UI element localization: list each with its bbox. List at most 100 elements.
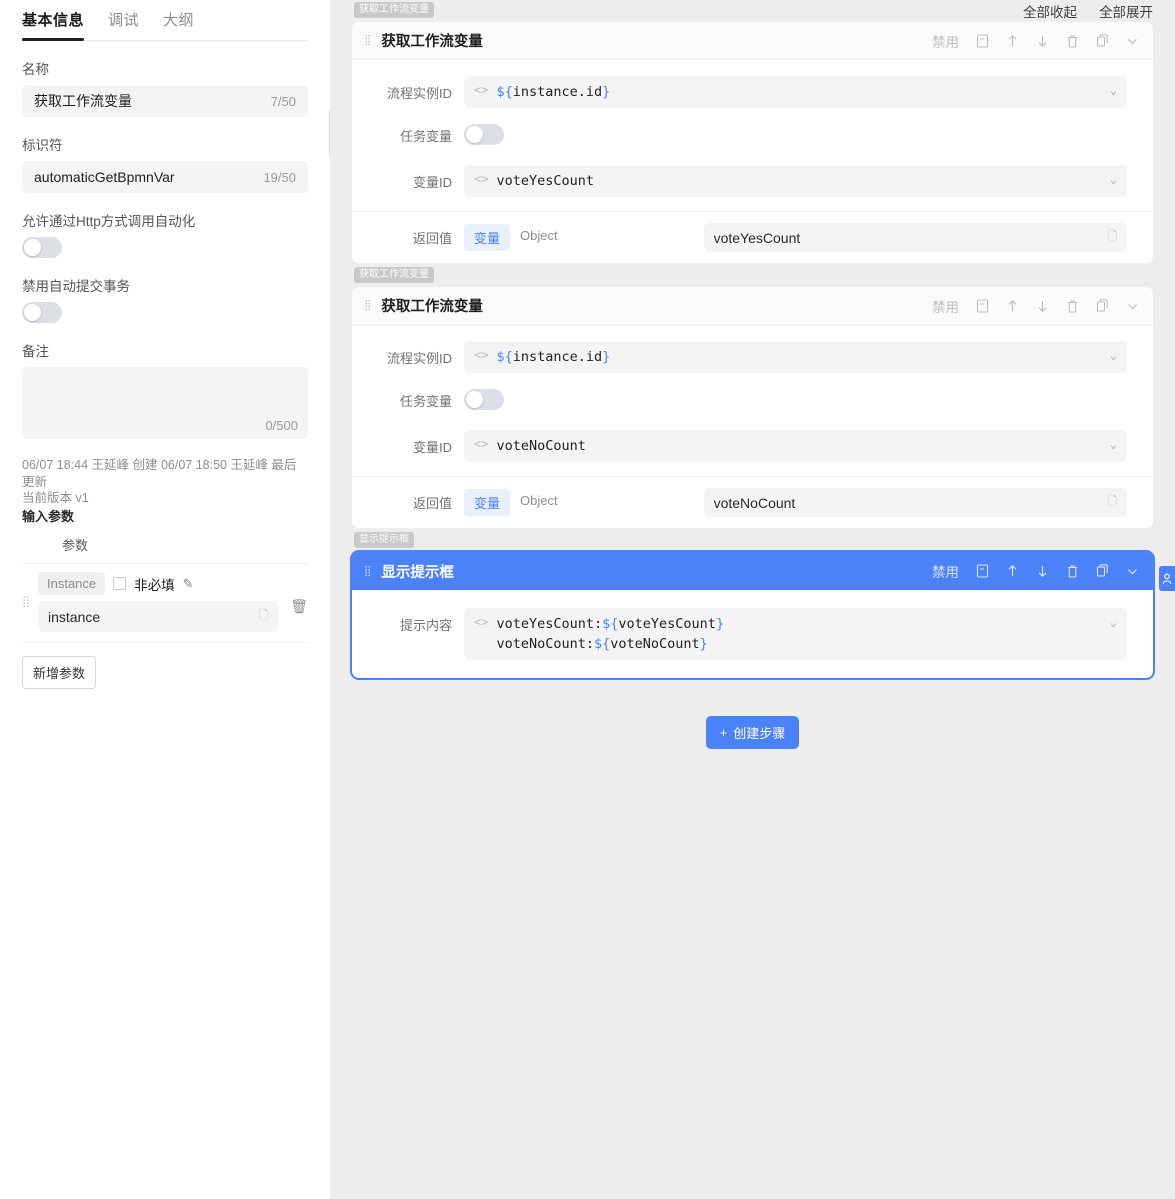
arrow-down-icon[interactable]	[1036, 564, 1049, 578]
insert-variable-icon[interactable]: 🗋	[259, 606, 269, 627]
chevron-down-icon[interactable]: ⌄	[1110, 82, 1117, 97]
expression-input[interactable]: <> ${instance.id} ⌄	[464, 341, 1127, 373]
trash-icon[interactable]	[1066, 34, 1079, 48]
return-type-segmented: 变量 Object	[464, 224, 568, 251]
name-input[interactable]: 获取工作流变量 7/50	[22, 85, 308, 117]
expression-input[interactable]: <> voteYesCount:${voteYesCount}voteNoCou…	[464, 608, 1127, 660]
param-row-top: Instance 非必填 ✎	[38, 572, 278, 595]
param-row: ⣿ Instance 非必填 ✎ instance 🗋 🗑	[22, 564, 308, 643]
segment-variable[interactable]: 变量	[464, 489, 510, 516]
expression-value: voteNoCount	[496, 436, 1099, 456]
tab-debug[interactable]: 调试	[108, 9, 139, 40]
step-card-body: 流程实例ID <> ${instance.id} ⌄ 任务变量	[352, 325, 1153, 476]
code-brackets-icon: <>	[474, 614, 488, 629]
drag-handle-icon[interactable]: ⣿	[364, 302, 372, 309]
disable-button[interactable]: 禁用	[932, 561, 959, 581]
drag-handle-icon[interactable]: ⣿	[364, 37, 372, 44]
http-toggle[interactable]	[22, 237, 62, 258]
disable-button[interactable]: 禁用	[932, 296, 959, 316]
expression-input[interactable]: <> voteYesCount ⌄	[464, 165, 1127, 197]
add-param-button[interactable]: 新增参数	[22, 656, 96, 689]
expression-input[interactable]: <> ${instance.id} ⌄	[464, 76, 1127, 108]
disable-button[interactable]: 禁用	[932, 31, 959, 51]
collapse-all-button[interactable]: 全部收起	[1023, 1, 1077, 21]
copy-icon[interactable]	[1096, 564, 1109, 578]
step-card-wrapper: 获取工作流变量 ⣿ 获取工作流变量 禁用	[352, 287, 1153, 528]
arrow-up-icon[interactable]	[1006, 299, 1019, 313]
identifier-value: automaticGetBpmnVar	[34, 169, 263, 185]
field-label: 变量ID	[366, 430, 464, 456]
create-step-button[interactable]: + 创建步骤	[706, 716, 800, 749]
step-card-selected[interactable]: ⣿ 显示提示框 禁用	[352, 552, 1153, 678]
delete-param-icon[interactable]: 🗑	[278, 572, 308, 615]
field-control: <> ${instance.id} ⌄	[464, 341, 1127, 373]
return-value-input[interactable]: voteYesCount 🗋	[704, 223, 1127, 252]
step-card-actions: 禁用	[932, 31, 1139, 51]
sidebar-tabs: 基本信息 调试 大纲	[22, 0, 308, 41]
autocommit-toggle[interactable]	[22, 302, 62, 323]
note-icon[interactable]	[976, 299, 989, 313]
param-optional-label: 非必填	[134, 574, 175, 594]
step-card[interactable]: ⣿ 获取工作流变量 禁用	[352, 22, 1153, 263]
expand-all-button[interactable]: 全部展开	[1099, 1, 1153, 21]
chevron-down-icon[interactable]: ⌄	[1110, 171, 1117, 186]
assignee-side-tab[interactable]	[1159, 566, 1175, 591]
segment-variable[interactable]: 变量	[464, 224, 510, 251]
task-variable-toggle[interactable]	[464, 389, 504, 410]
remark-label: 备注	[22, 340, 308, 360]
insert-variable-icon[interactable]: 🗋	[1107, 227, 1117, 248]
chevron-down-icon[interactable]	[1126, 34, 1139, 48]
arrow-down-icon[interactable]	[1036, 34, 1049, 48]
chevron-down-icon[interactable]: ⌄	[1110, 614, 1117, 629]
remark-textarea[interactable]: 0/500	[22, 367, 308, 439]
drag-handle-icon[interactable]: ⣿	[22, 572, 38, 606]
copy-icon[interactable]	[1096, 34, 1109, 48]
drag-handle-icon[interactable]: ⣿	[364, 568, 372, 575]
segment-object[interactable]: Object	[510, 489, 568, 516]
note-icon[interactable]	[976, 564, 989, 578]
field-label: 变量ID	[366, 165, 464, 191]
param-optional-checkbox[interactable]	[113, 577, 126, 590]
autocommit-toggle-knob	[24, 304, 41, 321]
chevron-down-icon[interactable]: ⌄	[1110, 347, 1117, 362]
meta-line-1: 06/07 18:44 王延峰 创建 06/07 18:50 王延峰 最后更新	[22, 457, 308, 490]
tab-outline[interactable]: 大纲	[163, 9, 194, 40]
arrow-up-icon[interactable]	[1006, 564, 1019, 578]
param-column-header: 参数	[22, 525, 308, 564]
chevron-down-icon[interactable]	[1126, 299, 1139, 313]
step-card[interactable]: ⣿ 获取工作流变量 禁用	[352, 287, 1153, 528]
chevron-down-icon[interactable]: ⌄	[1110, 436, 1117, 451]
plus-icon: +	[720, 725, 728, 740]
param-value-input[interactable]: instance 🗋	[38, 601, 278, 632]
field-control: <> ${instance.id} ⌄	[464, 76, 1127, 108]
step-card-wrapper: 获取工作流变量 ⣿ 获取工作流变量 禁用	[352, 22, 1153, 263]
meta-line-2: 当前版本 v1	[22, 490, 308, 507]
return-value-input[interactable]: voteNoCount 🗋	[704, 488, 1127, 517]
trash-icon[interactable]	[1066, 564, 1079, 578]
code-brackets-icon: <>	[474, 347, 488, 362]
expression-input[interactable]: <> voteNoCount ⌄	[464, 430, 1127, 462]
step-badge: 获取工作流变量	[354, 2, 434, 18]
chevron-down-icon[interactable]	[1126, 564, 1139, 578]
field-row: 变量ID <> voteNoCount ⌄	[352, 430, 1153, 462]
step-card-title: 显示提示框	[381, 561, 932, 582]
main-toolbar: 全部收起 全部展开	[352, 0, 1153, 22]
identifier-input[interactable]: automaticGetBpmnVar 19/50	[22, 161, 308, 193]
insert-variable-icon[interactable]: 🗋	[1107, 492, 1117, 513]
expression-value: ${instance.id}	[496, 347, 1099, 367]
task-variable-toggle[interactable]	[464, 124, 504, 145]
create-step-wrapper: + 创建步骤	[352, 716, 1153, 749]
tab-basic-info[interactable]: 基本信息	[22, 9, 84, 40]
arrow-up-icon[interactable]	[1006, 34, 1019, 48]
http-toggle-label: 允许通过Http方式调用自动化	[22, 210, 308, 230]
step-card-header: ⣿ 获取工作流变量 禁用	[352, 22, 1153, 60]
note-icon[interactable]	[976, 34, 989, 48]
arrow-down-icon[interactable]	[1036, 299, 1049, 313]
trash-icon[interactable]	[1066, 299, 1079, 313]
return-type-segmented: 变量 Object	[464, 489, 568, 516]
segment-object[interactable]: Object	[510, 224, 568, 251]
user-icon	[1162, 573, 1173, 585]
param-type-chip[interactable]: Instance	[38, 572, 105, 595]
edit-pencil-icon[interactable]: ✎	[183, 576, 194, 592]
copy-icon[interactable]	[1096, 299, 1109, 313]
